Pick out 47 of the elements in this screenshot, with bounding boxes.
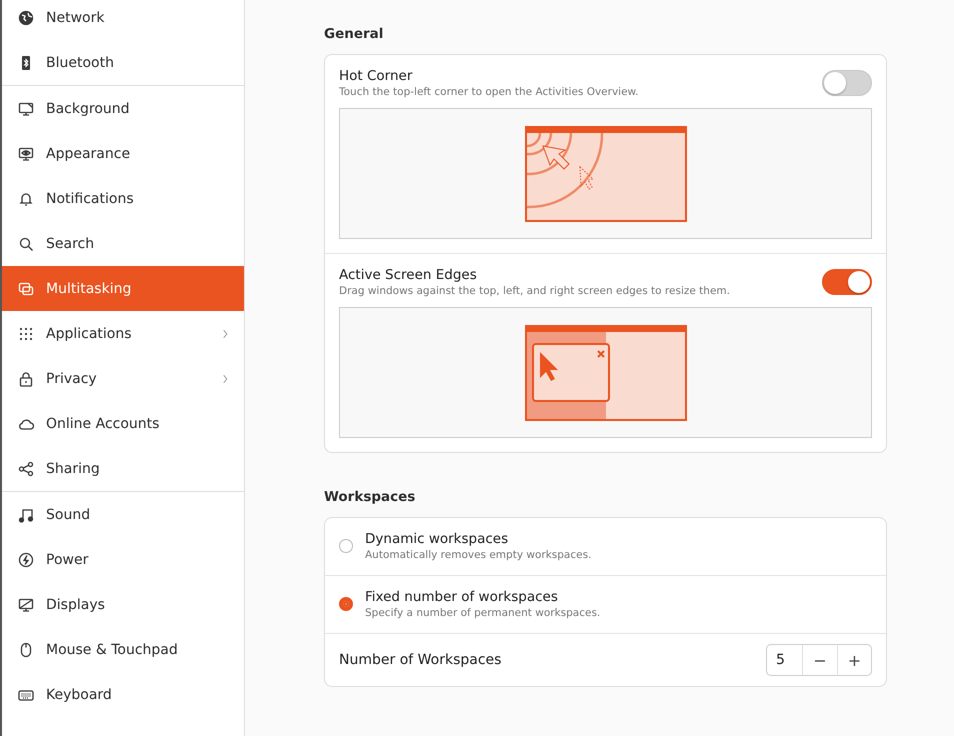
sidebar-item[interactable]: Network [2, 0, 244, 40]
radio-button[interactable] [339, 539, 353, 553]
row-description: Touch the top-left corner to open the Activities Overview. [339, 86, 640, 98]
decrement-button[interactable]: − [802, 644, 837, 676]
radio-button[interactable] [339, 597, 353, 611]
row-description: Automatically removes empty workspaces. [365, 549, 592, 561]
section-heading: Workspaces [324, 489, 416, 505]
sidebar-item[interactable]: Online Accounts [2, 401, 244, 446]
share-icon [18, 460, 34, 476]
monitor-icon [18, 100, 34, 116]
search-icon [18, 236, 34, 252]
sidebar-item[interactable]: Privacy [2, 356, 244, 401]
row-description: Specify a number of permanent workspaces. [365, 607, 602, 619]
row-description: Drag windows against the top, left, and right screen edges to resize them. [339, 285, 731, 297]
sidebar-item[interactable]: Search [2, 221, 244, 266]
lock-icon [18, 370, 34, 386]
row-title: Hot Corner [339, 68, 414, 84]
sidebar-item[interactable]: Mouse & Touchpad [2, 627, 244, 672]
sidebar-item[interactable]: Displays [2, 582, 244, 627]
row-title: Active Screen Edges [339, 267, 478, 283]
globe-icon [18, 10, 34, 26]
row-title: Dynamic workspaces [365, 531, 510, 547]
increment-button[interactable]: + [837, 644, 872, 676]
grid-icon [18, 326, 34, 342]
music-note-icon [18, 506, 34, 522]
windows-icon [18, 280, 34, 296]
sidebar-item[interactable]: Applications [2, 311, 244, 356]
row-title: Number of Workspaces [339, 652, 502, 668]
sidebar-item[interactable]: Power [2, 537, 244, 582]
sidebar-item[interactable]: Keyboard [2, 672, 244, 717]
bell-icon [18, 190, 34, 206]
sidebar-item[interactable]: Sharing [2, 446, 244, 491]
sidebar-item[interactable]: Sound [2, 492, 244, 537]
sidebar-item[interactable]: Multitasking [2, 266, 244, 311]
power-icon [18, 552, 34, 568]
sidebar-item[interactable]: Notifications [2, 176, 244, 221]
row-title: Fixed number of workspaces [365, 589, 559, 605]
toggle-switch[interactable] [822, 269, 872, 295]
monitor-eye-icon [18, 146, 34, 162]
toggle-switch[interactable] [822, 70, 872, 96]
display-icon [18, 596, 34, 612]
mouse-icon [18, 642, 34, 658]
sidebar-item[interactable]: Appearance [2, 131, 244, 176]
number-field[interactable]: 5 [766, 644, 802, 676]
sidebar-item[interactable]: Bluetooth [2, 40, 244, 85]
sidebar-item[interactable]: Background [2, 86, 244, 131]
section-heading: General [324, 26, 384, 42]
